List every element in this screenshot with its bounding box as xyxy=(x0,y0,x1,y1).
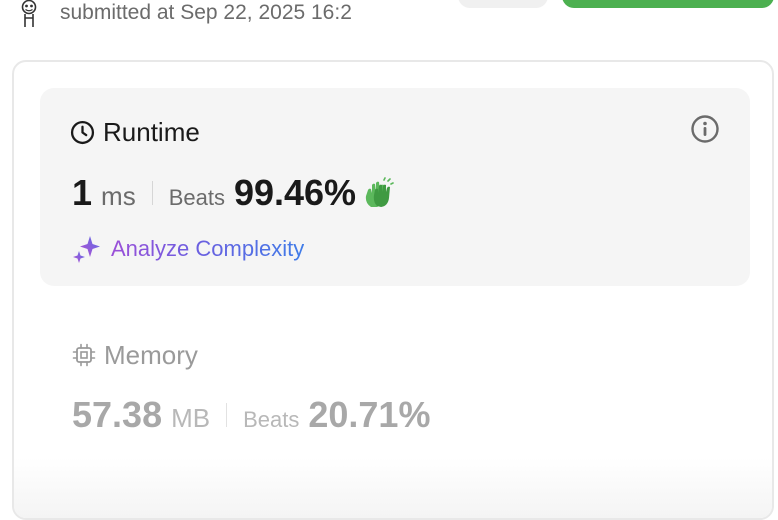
stat-divider xyxy=(226,403,228,427)
memory-beats-label: Beats xyxy=(243,407,300,432)
stat-divider xyxy=(151,181,153,205)
sparkle-icon xyxy=(73,236,100,263)
clapping-hands-icon xyxy=(365,177,394,207)
analyze-complexity-link[interactable]: Analyze Complexity xyxy=(72,232,304,266)
runtime-beats-label: Beats xyxy=(168,185,225,210)
memory-title: Memory xyxy=(104,339,198,370)
runtime-panel[interactable]: Runtime 1 ms Beats 99.46% Analyze Comple… xyxy=(40,88,750,286)
submission-stats-card: Runtime 1 ms Beats 99.46% Analyze Comple… xyxy=(12,60,774,520)
avatar-icon[interactable] xyxy=(16,0,42,28)
analyze-complexity-label[interactable]: Analyze Complexity xyxy=(111,236,304,262)
memory-stats: 57.38 MB Beats 20.71% xyxy=(72,394,430,436)
submission-header: submitted at Sep 22, 2025 16:2 xyxy=(0,0,778,40)
runtime-header: Runtime xyxy=(70,116,200,148)
runtime-beats-value: 99.46% xyxy=(233,172,357,213)
memory-header[interactable]: Memory xyxy=(72,340,198,370)
runtime-stats: 1 ms Beats 99.46% xyxy=(72,172,394,214)
runtime-title: Runtime xyxy=(103,116,200,147)
scroll-fade xyxy=(14,458,772,518)
primary-action-button[interactable] xyxy=(562,0,774,8)
secondary-action-button[interactable] xyxy=(458,0,548,8)
memory-unit: MB xyxy=(171,403,211,433)
clock-icon xyxy=(70,120,95,144)
runtime-unit: ms xyxy=(101,181,136,211)
memory-beats-value: 20.71% xyxy=(308,394,431,435)
chip-icon xyxy=(72,343,96,367)
memory-value: 57.38 xyxy=(72,394,163,435)
runtime-value: 1 xyxy=(72,172,93,213)
info-icon[interactable] xyxy=(690,114,720,144)
submitted-timestamp: submitted at Sep 22, 2025 16:2 xyxy=(60,1,352,24)
